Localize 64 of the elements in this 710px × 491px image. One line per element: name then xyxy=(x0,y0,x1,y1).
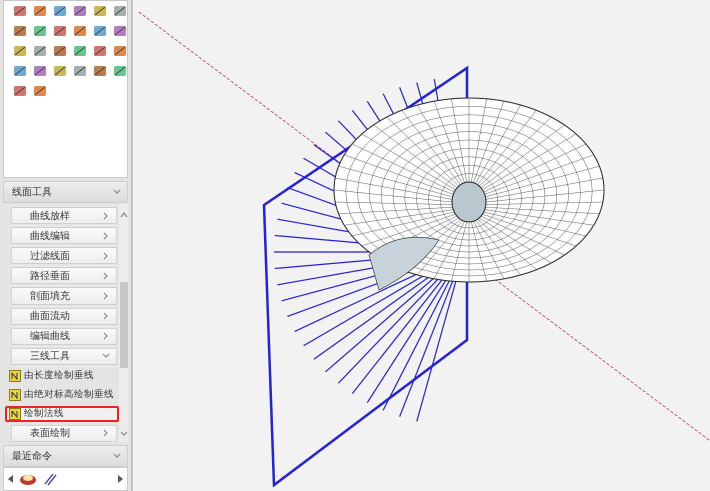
tool-icon[interactable] xyxy=(72,43,88,59)
command-item[interactable]: 由长度绘制垂线 xyxy=(5,368,119,384)
category-button[interactable]: 路径垂面 xyxy=(11,267,117,284)
tool-icon[interactable] xyxy=(92,43,108,59)
section-header[interactable]: 最近命令 xyxy=(3,445,128,467)
chevron-icon xyxy=(113,188,121,196)
command-item[interactable]: 由绝对标高绘制垂线 xyxy=(5,386,119,403)
chevron-icon xyxy=(120,430,128,438)
chevron-icon xyxy=(102,212,110,220)
category-button[interactable]: 曲面流动 xyxy=(11,308,117,325)
tool-icon[interactable] xyxy=(112,23,128,39)
tool-icon[interactable] xyxy=(92,3,108,19)
section-header[interactable]: 线面工具 xyxy=(3,181,128,203)
scrollbar-thumb[interactable] xyxy=(120,282,128,368)
scrollbar[interactable] xyxy=(119,203,128,442)
category-button[interactable]: 过滤线面 xyxy=(11,247,117,264)
tool-icon[interactable] xyxy=(12,83,28,99)
tool-icon[interactable] xyxy=(32,83,48,99)
tool-icon[interactable] xyxy=(52,43,68,59)
category-button[interactable]: 曲线编辑 xyxy=(11,227,117,244)
tool-icon[interactable] xyxy=(32,3,48,19)
tool-icon[interactable] xyxy=(12,63,28,79)
category-button[interactable]: 曲线放样 xyxy=(11,207,117,224)
category-button[interactable]: 剖面填充 xyxy=(11,287,117,305)
tool-icon[interactable] xyxy=(72,3,88,19)
tool-icon xyxy=(9,388,21,401)
tool-icon[interactable] xyxy=(32,63,48,79)
tool-icon[interactable] xyxy=(32,23,48,39)
chevron-icon xyxy=(102,312,110,320)
tool-icon[interactable] xyxy=(52,3,68,19)
command-item[interactable]: 绘制法线 xyxy=(5,406,119,422)
chevron-icon xyxy=(102,252,110,260)
chevron-icon xyxy=(102,292,110,300)
chevron-icon xyxy=(102,232,110,240)
chevron-icon xyxy=(102,272,110,280)
tool-icon[interactable] xyxy=(12,43,28,59)
tool-icon[interactable] xyxy=(52,63,68,79)
left-arrow-icon[interactable] xyxy=(8,475,13,483)
section-title: 线面工具 xyxy=(12,186,52,199)
tool-icon xyxy=(9,370,21,382)
category-button[interactable]: 编辑曲线 xyxy=(11,328,117,345)
tool-icon[interactable] xyxy=(19,472,37,486)
chevron-icon xyxy=(102,332,110,340)
tool-icon[interactable] xyxy=(112,63,128,79)
tool-icon[interactable] xyxy=(72,23,88,39)
right-arrow-icon[interactable] xyxy=(118,475,123,483)
tool-icon[interactable] xyxy=(12,3,28,19)
tool-icon[interactable] xyxy=(32,43,48,59)
tool-icon[interactable] xyxy=(43,472,57,486)
chevron-icon xyxy=(120,211,128,219)
chevron-icon xyxy=(102,429,110,438)
section-title: 最近命令 xyxy=(12,450,52,463)
tool-icon[interactable] xyxy=(12,23,28,39)
category-button[interactable]: 表面绘制 xyxy=(11,424,117,442)
tool-icon xyxy=(9,408,21,420)
chevron-icon xyxy=(102,352,110,360)
chevron-icon xyxy=(113,452,121,460)
tool-icon[interactable] xyxy=(52,23,68,39)
tool-icon[interactable] xyxy=(92,63,108,79)
tool-icon[interactable] xyxy=(112,3,128,19)
tool-icon[interactable] xyxy=(112,43,128,59)
tool-icon[interactable] xyxy=(92,23,108,39)
tool-icon[interactable] xyxy=(72,63,88,79)
category-button[interactable]: 三线工具 xyxy=(11,348,117,365)
